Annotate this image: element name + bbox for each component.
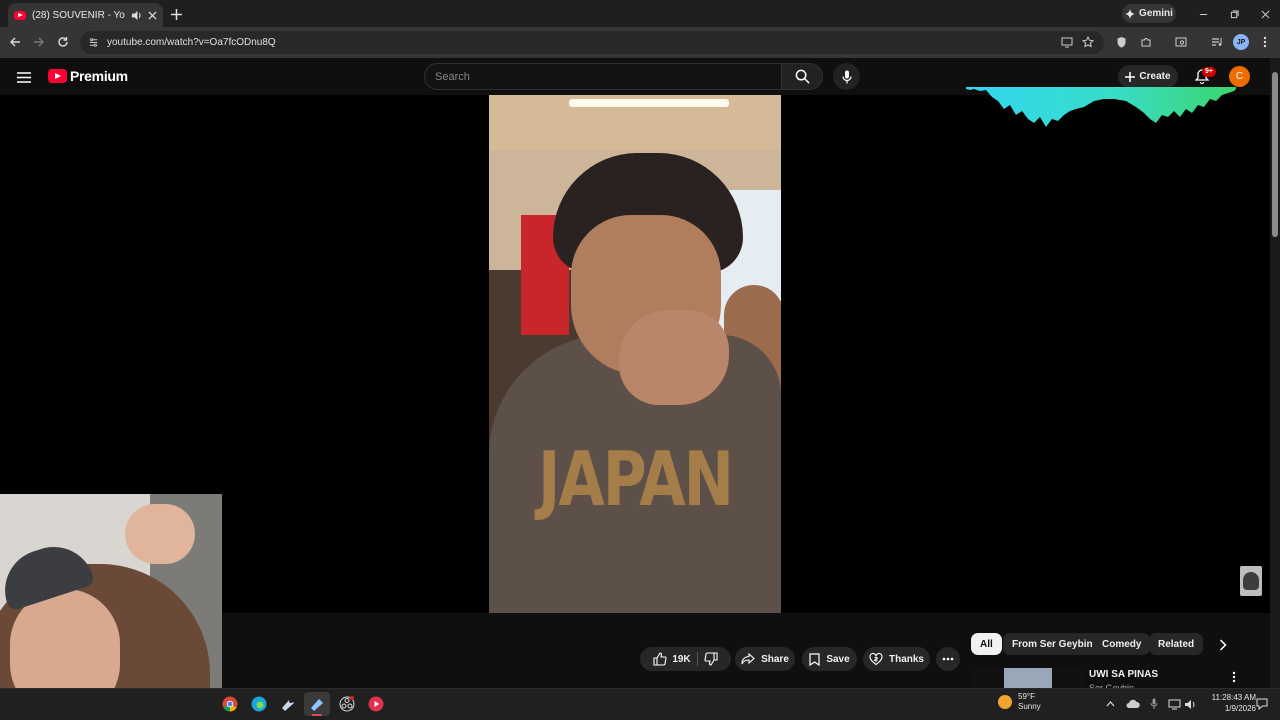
filter-chip-related[interactable]: Related bbox=[1149, 633, 1204, 655]
search-box[interactable] bbox=[424, 63, 782, 90]
gemini-button[interactable]: Gemini bbox=[1122, 4, 1176, 23]
search-input[interactable] bbox=[435, 70, 781, 83]
restore-window-icon[interactable] bbox=[1224, 4, 1244, 24]
like-count: 19K bbox=[672, 653, 691, 665]
youtube-logo-icon bbox=[48, 69, 67, 83]
bookmark-icon bbox=[809, 652, 820, 666]
video-overlay-caption: JAPAN bbox=[538, 436, 734, 524]
browser-menu-icon[interactable] bbox=[1254, 31, 1276, 53]
thanks-label: Thanks bbox=[888, 653, 924, 665]
thumbs-down-icon bbox=[704, 652, 718, 666]
kebab-menu-icon[interactable] bbox=[1226, 668, 1242, 686]
browser-tab[interactable]: (28) SOUVENIR - YouTube bbox=[8, 3, 163, 27]
weather-desc: Sunny bbox=[1018, 702, 1041, 711]
obs-icon[interactable] bbox=[334, 692, 360, 716]
save-label: Save bbox=[826, 653, 850, 665]
url-text: youtube.com/watch?v=Oa7fcODnu8Q bbox=[107, 37, 276, 48]
microphone-icon bbox=[841, 70, 852, 83]
voice-search-button[interactable] bbox=[833, 63, 860, 90]
speaker-icon[interactable] bbox=[131, 10, 142, 21]
tab-search-icon[interactable] bbox=[1170, 31, 1192, 53]
share-label: Share bbox=[761, 653, 789, 665]
filter-chip-all[interactable]: All bbox=[971, 633, 1002, 655]
like-button[interactable]: 19K bbox=[653, 652, 691, 666]
scrollbar-thumb[interactable] bbox=[1272, 72, 1278, 237]
mic-tray-icon[interactable] bbox=[1143, 693, 1165, 715]
create-label: Create bbox=[1139, 71, 1171, 82]
weather-widget[interactable]: 59°F Sunny bbox=[998, 692, 1041, 712]
filter-chip-comedy[interactable]: Comedy bbox=[1093, 633, 1151, 655]
recommended-title[interactable]: UWI SA PINAS bbox=[1089, 669, 1158, 680]
minimize-window-icon[interactable] bbox=[1193, 4, 1213, 24]
notification-badge: 9+ bbox=[1202, 67, 1216, 77]
youtube-premium-logo[interactable]: Premium bbox=[48, 68, 128, 84]
profile-initials: JP bbox=[1233, 34, 1249, 50]
recommended-thumbnail[interactable] bbox=[972, 668, 1084, 688]
webcam-overlay bbox=[0, 494, 222, 720]
windows-taskbar bbox=[0, 688, 1280, 720]
browser-tab-strip bbox=[0, 0, 1280, 27]
shield-extension-icon[interactable] bbox=[1110, 31, 1132, 53]
tab-title: (28) SOUVENIR - YouTube bbox=[32, 9, 125, 21]
share-button[interactable]: Share bbox=[735, 647, 795, 671]
chevron-right-icon[interactable] bbox=[1212, 634, 1234, 656]
chrome-icon[interactable] bbox=[217, 692, 243, 716]
new-tab-icon[interactable] bbox=[166, 4, 186, 24]
reload-icon[interactable] bbox=[52, 31, 74, 53]
steam-icon[interactable] bbox=[275, 692, 301, 716]
notification-center-icon[interactable] bbox=[1251, 693, 1273, 715]
share-arrow-icon bbox=[741, 653, 755, 665]
install-app-icon[interactable] bbox=[1056, 31, 1078, 53]
onedrive-icon[interactable] bbox=[1122, 693, 1144, 715]
thanks-button[interactable]: Thanks bbox=[863, 647, 930, 671]
bookmark-star-icon[interactable] bbox=[1077, 31, 1099, 53]
account-avatar[interactable]: C bbox=[1229, 66, 1250, 87]
youtube-favicon-icon bbox=[14, 10, 26, 20]
chevron-up-icon[interactable] bbox=[1099, 693, 1121, 715]
clock-date: 1/9/2026 bbox=[1224, 704, 1256, 713]
weather-temp: 59°F bbox=[1018, 692, 1035, 701]
search-icon bbox=[795, 69, 810, 84]
steam-active-icon[interactable] bbox=[304, 692, 330, 716]
search-button[interactable] bbox=[781, 63, 823, 90]
hamburger-menu-icon[interactable] bbox=[13, 66, 35, 88]
super-thanks-icon bbox=[869, 652, 883, 666]
close-tab-icon[interactable] bbox=[148, 10, 157, 20]
back-icon[interactable] bbox=[4, 31, 26, 53]
video-frame[interactable]: JAPAN bbox=[489, 95, 781, 613]
thumbs-up-icon bbox=[653, 652, 667, 666]
address-bar[interactable]: youtube.com/watch?v=Oa7fcODnu8Q bbox=[80, 31, 1104, 54]
create-button[interactable]: Create bbox=[1118, 65, 1178, 88]
plus-icon bbox=[1125, 71, 1136, 82]
save-button[interactable]: Save bbox=[802, 647, 857, 671]
extensions-puzzle-icon[interactable] bbox=[1135, 31, 1157, 53]
close-window-icon[interactable] bbox=[1255, 4, 1275, 24]
brand-label: Premium bbox=[70, 68, 128, 84]
media-controls-icon[interactable] bbox=[1206, 31, 1228, 53]
channel-watermark[interactable] bbox=[1240, 566, 1262, 596]
profile-icon[interactable]: JP bbox=[1230, 31, 1252, 53]
system-clock[interactable]: 11:28:43 AM 1/9/2026 bbox=[1200, 692, 1256, 714]
sun-icon bbox=[998, 695, 1012, 709]
dislike-button[interactable] bbox=[704, 652, 718, 666]
filter-chip-channel[interactable]: From Ser Geybin bbox=[1003, 633, 1102, 655]
volume-icon[interactable] bbox=[1179, 693, 1201, 715]
gemini-label: Gemini bbox=[1139, 8, 1173, 19]
more-horizontal-icon bbox=[942, 657, 954, 661]
edge-icon[interactable] bbox=[246, 692, 272, 716]
forward-icon[interactable] bbox=[28, 31, 50, 53]
more-actions-button[interactable] bbox=[936, 647, 960, 671]
site-info-icon[interactable] bbox=[88, 37, 99, 48]
youtube-music-icon[interactable] bbox=[363, 692, 389, 716]
audio-visualizer bbox=[966, 87, 1236, 127]
sparkle-icon bbox=[1125, 8, 1136, 19]
like-dislike-group: 19K bbox=[640, 647, 731, 671]
clock-time: 11:28:43 AM bbox=[1211, 693, 1256, 702]
